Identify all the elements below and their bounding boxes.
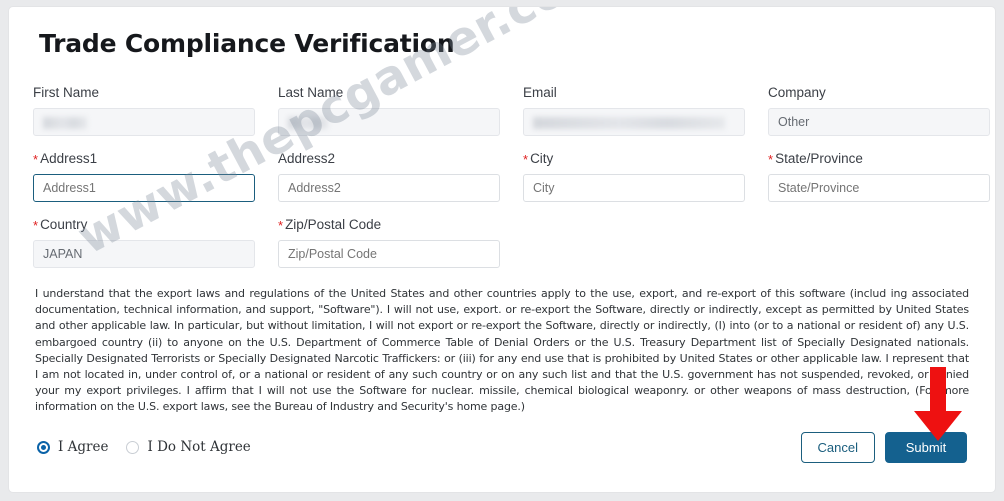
radio-disagree-label: I Do Not Agree [147,439,251,456]
radio-agree-icon[interactable] [37,440,50,454]
cancel-button[interactable]: Cancel [800,431,875,463]
email-input[interactable] [523,108,745,136]
required-marker: * [278,218,284,233]
country-input[interactable]: JAPAN [33,240,255,268]
first-name-input[interactable] [33,108,255,136]
required-marker: * [768,152,774,167]
redacted-value [288,117,328,129]
label-company: Company [768,85,826,100]
verification-form: First Name Last Name Email Company Other… [33,84,990,268]
label-first-name: First Name [33,85,100,100]
page-title: Trade Compliance Verification [39,29,455,58]
required-marker: * [523,152,529,167]
radio-disagree-icon[interactable] [126,440,140,454]
form-row-personal: First Name Last Name Email Company Other [33,84,990,136]
label-text: City [530,151,554,166]
label-city: * City [523,150,745,167]
redacted-value [533,117,725,129]
redacted-value [43,117,87,129]
label-zip-postal-code: * Zip/Postal Code [278,216,500,233]
label-address1: * Address1 [33,150,255,167]
trade-compliance-form-card: www.thepcgamer.com Trade Compliance Veri… [8,6,996,493]
field-email: Email [523,84,745,136]
field-address1: * Address1 [33,150,255,202]
field-state-province: * State/Province [768,150,990,202]
field-first-name: First Name [33,84,255,136]
label-state-province: * State/Province [768,150,990,167]
state-province-input[interactable] [768,174,990,202]
radio-option-agree[interactable]: I Agree [37,439,108,455]
label-text: State/Province [775,151,863,166]
address1-input[interactable] [33,174,255,202]
label-text: Zip/Postal Code [285,217,382,232]
label-last-name: Last Name [278,85,344,100]
form-row-address: *Address1 Address2 *City *State/Pro [33,150,990,202]
field-city: * City [523,150,745,202]
export-compliance-legal-text: I understand that the export laws and re… [35,287,969,414]
action-buttons: Cancel Submit [800,431,967,463]
label-text: Country [40,217,88,232]
city-input[interactable] [523,174,745,202]
form-footer: I Agree I Do Not Agree Cancel Submit [33,431,971,463]
field-zip-postal-code: * Zip/Postal Code [278,216,500,268]
required-marker: * [33,218,39,233]
field-last-name: Last Name [278,84,500,136]
field-address2: Address2 [278,150,500,202]
label-email: Email [523,85,557,100]
address2-input[interactable] [278,174,500,202]
label-text: Address1 [40,151,98,166]
last-name-input[interactable] [278,108,500,136]
field-country: * Country JAPAN [33,216,255,268]
company-input[interactable]: Other [768,108,990,136]
agreement-radio-group: I Agree I Do Not Agree [37,439,251,455]
form-row-country: * Country JAPAN * Zip/Postal Code [33,216,971,268]
field-company: Company Other [768,84,990,136]
label-address2: Address2 [278,151,336,166]
required-marker: * [33,152,39,167]
zip-postal-code-input[interactable] [278,240,500,268]
radio-agree-label: I Agree [58,439,109,456]
submit-button[interactable]: Submit [885,431,967,463]
screenshot-root: www.thepcgamer.com Trade Compliance Veri… [0,0,1004,501]
radio-option-disagree[interactable]: I Do Not Agree [126,439,251,456]
label-country: * Country [33,216,255,233]
